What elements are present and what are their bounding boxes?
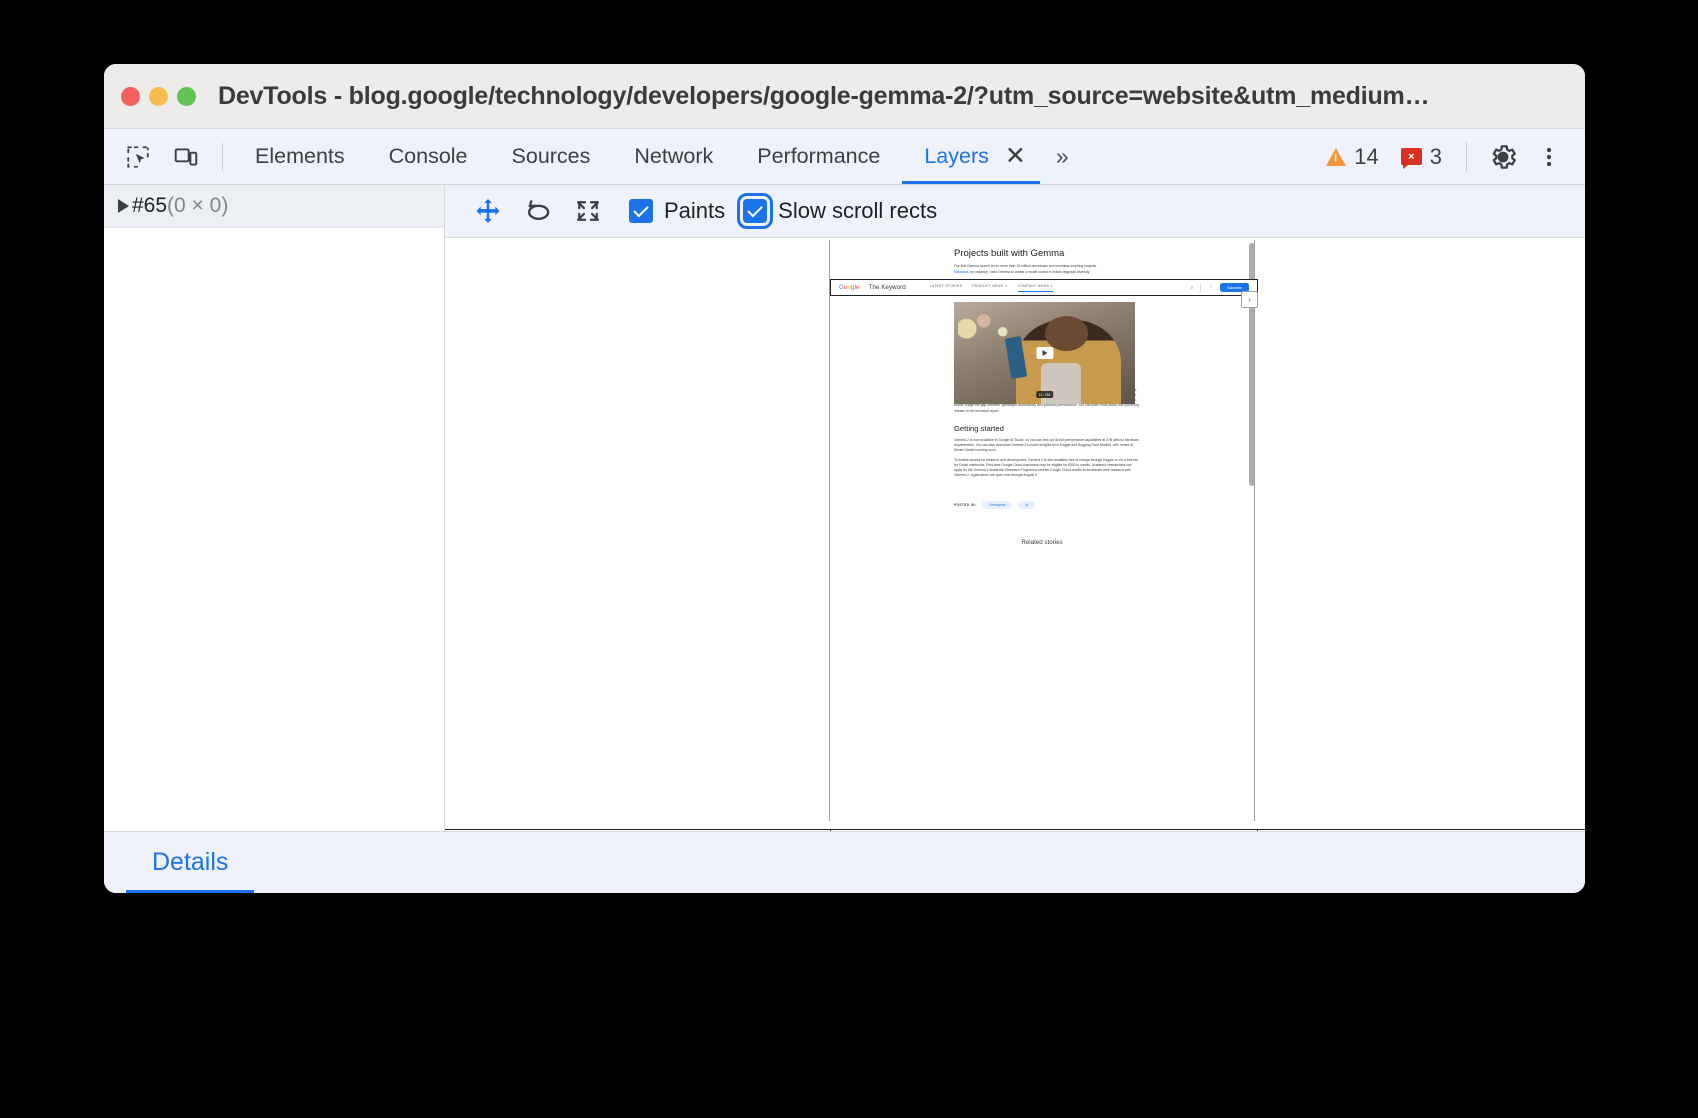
warning-count: 14 bbox=[1354, 144, 1378, 170]
error-count: 3 bbox=[1430, 144, 1442, 170]
page-render: Projects built with Gemma Our first Gemm… bbox=[829, 240, 1255, 821]
device-toolbar-icon[interactable] bbox=[164, 135, 208, 179]
pan-mode-icon[interactable] bbox=[465, 190, 511, 232]
related-stories-heading: Related stories bbox=[830, 539, 1254, 546]
video-thumbnail[interactable]: 12 : 254 bbox=[954, 302, 1135, 404]
chevron-right-icon[interactable]: › bbox=[1241, 291, 1258, 308]
vertical-dots-icon[interactable]: ⋮ bbox=[1208, 285, 1213, 291]
tabstrip-right-icons: 14 × 3 bbox=[1316, 135, 1585, 179]
nav-link-product-news[interactable]: PRODUCT NEWS ∨ bbox=[972, 284, 1007, 292]
devtools-body: #65 (0 × 0) bbox=[104, 185, 1585, 831]
paints-checkbox-box[interactable] bbox=[629, 199, 653, 223]
maximize-window-button[interactable] bbox=[177, 87, 196, 106]
site-brand-name: The Keyword bbox=[869, 284, 906, 291]
close-tab-icon[interactable]: ✕ bbox=[997, 129, 1040, 184]
more-tabs-icon[interactable]: » bbox=[1040, 129, 1082, 184]
layer-tree-row[interactable]: #65 (0 × 0) bbox=[104, 185, 444, 228]
posted-in-row: POSTED IN: Developers AI bbox=[954, 501, 1254, 509]
page-heading-projects: Projects built with Gemma bbox=[954, 248, 1254, 259]
toolbar-divider-right bbox=[1466, 142, 1467, 172]
tab-details[interactable]: Details bbox=[126, 832, 254, 893]
page-intro-line2: Navarasa, for instance, used Gemma to cr… bbox=[954, 270, 1139, 275]
page-intro-line2-rest: , for instance, used Gemma to create a m… bbox=[969, 270, 1091, 274]
layers-toolbar: Paints Slow scroll rects bbox=[445, 185, 1585, 238]
details-drawer: Details bbox=[104, 831, 1585, 893]
close-window-button[interactable] bbox=[121, 87, 140, 106]
rotate-mode-icon[interactable] bbox=[515, 190, 561, 232]
layer-canvas[interactable]: Projects built with Gemma Our first Gemm… bbox=[445, 238, 1585, 831]
tag-developers[interactable]: Developers bbox=[982, 501, 1012, 509]
tab-layers[interactable]: Layers bbox=[902, 129, 997, 184]
layer-node-dimensions: (0 × 0) bbox=[167, 194, 228, 218]
play-button-icon[interactable] bbox=[1036, 347, 1053, 359]
reset-transform-icon[interactable] bbox=[565, 190, 611, 232]
tab-performance[interactable]: Performance bbox=[735, 129, 902, 184]
nav-link-latest-stories[interactable]: LATEST STORIES bbox=[930, 284, 962, 292]
paints-label: Paints bbox=[664, 198, 725, 224]
gear-icon[interactable] bbox=[1481, 135, 1525, 179]
error-icon: × bbox=[1401, 148, 1422, 165]
three-dot-menu-icon[interactable] bbox=[1527, 135, 1571, 179]
nav-link-company-news[interactable]: COMPANY NEWS ∨ bbox=[1018, 284, 1054, 292]
inspect-element-icon[interactable] bbox=[116, 135, 160, 179]
warning-counter[interactable]: 14 bbox=[1316, 144, 1388, 170]
window-titlebar: DevTools - blog.google/technology/develo… bbox=[104, 64, 1585, 128]
tab-elements[interactable]: Elements bbox=[233, 129, 367, 184]
tab-sources[interactable]: Sources bbox=[490, 129, 613, 184]
window-controls bbox=[121, 87, 196, 106]
slow-scroll-rects-checkbox[interactable]: Slow scroll rects bbox=[743, 198, 937, 224]
layer-node-id: #65 bbox=[132, 194, 167, 218]
page-gs-paragraph-2: To enable access for research and develo… bbox=[954, 458, 1139, 479]
error-counter[interactable]: × 3 bbox=[1391, 144, 1452, 170]
devtools-window: DevTools - blog.google/technology/develo… bbox=[104, 64, 1585, 893]
toolbar-divider bbox=[222, 143, 223, 171]
layer-tree-pane: #65 (0 × 0) bbox=[104, 185, 445, 831]
navbar-right-group: ⌕ ⋮ Subscribe bbox=[1191, 283, 1249, 292]
band-left-edge bbox=[830, 830, 831, 831]
paints-checkbox[interactable]: Paints bbox=[629, 198, 725, 224]
tab-network[interactable]: Network bbox=[612, 129, 735, 184]
tabstrip-left-icons bbox=[104, 135, 233, 179]
page-heading-getting-started: Getting started bbox=[954, 424, 1254, 433]
navbar-divider bbox=[1200, 283, 1201, 292]
site-nav-links: LATEST STORIES PRODUCT NEWS ∨ COMPANY NE… bbox=[930, 284, 1054, 292]
page-gs-paragraph-1: Gemma 2 is now available in Google AI St… bbox=[954, 438, 1139, 454]
band-right-edge bbox=[1257, 830, 1258, 831]
page-intro-line1: Our first Gemma launch led to more than … bbox=[954, 264, 1139, 269]
drawer-empty-area bbox=[254, 832, 1585, 893]
layers-view-pane: Paints Slow scroll rects Projects built … bbox=[445, 185, 1585, 831]
devtools-tabstrip: Elements Console Sources Network Perform… bbox=[104, 128, 1585, 185]
posted-in-label: POSTED IN: bbox=[954, 503, 976, 507]
slow-scroll-rect-band bbox=[445, 829, 1585, 831]
devtools-tabs: Elements Console Sources Network Perform… bbox=[233, 129, 1082, 184]
google-logo: Google bbox=[839, 284, 860, 291]
warning-icon bbox=[1326, 148, 1346, 166]
window-title: DevTools - blog.google/technology/develo… bbox=[218, 82, 1429, 111]
search-icon[interactable]: ⌕ bbox=[1191, 285, 1194, 291]
tab-console[interactable]: Console bbox=[367, 129, 490, 184]
navarasa-link[interactable]: Navarasa bbox=[954, 270, 969, 274]
person-face bbox=[1045, 316, 1088, 351]
site-navbar-layer: Google The Keyword LATEST STORIES PRODUC… bbox=[830, 279, 1258, 296]
minimize-window-button[interactable] bbox=[149, 87, 168, 106]
video-duration: 12 : 254 bbox=[1036, 391, 1054, 398]
expand-arrow-icon[interactable] bbox=[118, 199, 129, 213]
slow-scroll-rects-label: Slow scroll rects bbox=[778, 198, 937, 224]
slow-scroll-rects-checkbox-box[interactable] bbox=[743, 199, 767, 223]
tag-ai[interactable]: AI bbox=[1018, 501, 1035, 509]
